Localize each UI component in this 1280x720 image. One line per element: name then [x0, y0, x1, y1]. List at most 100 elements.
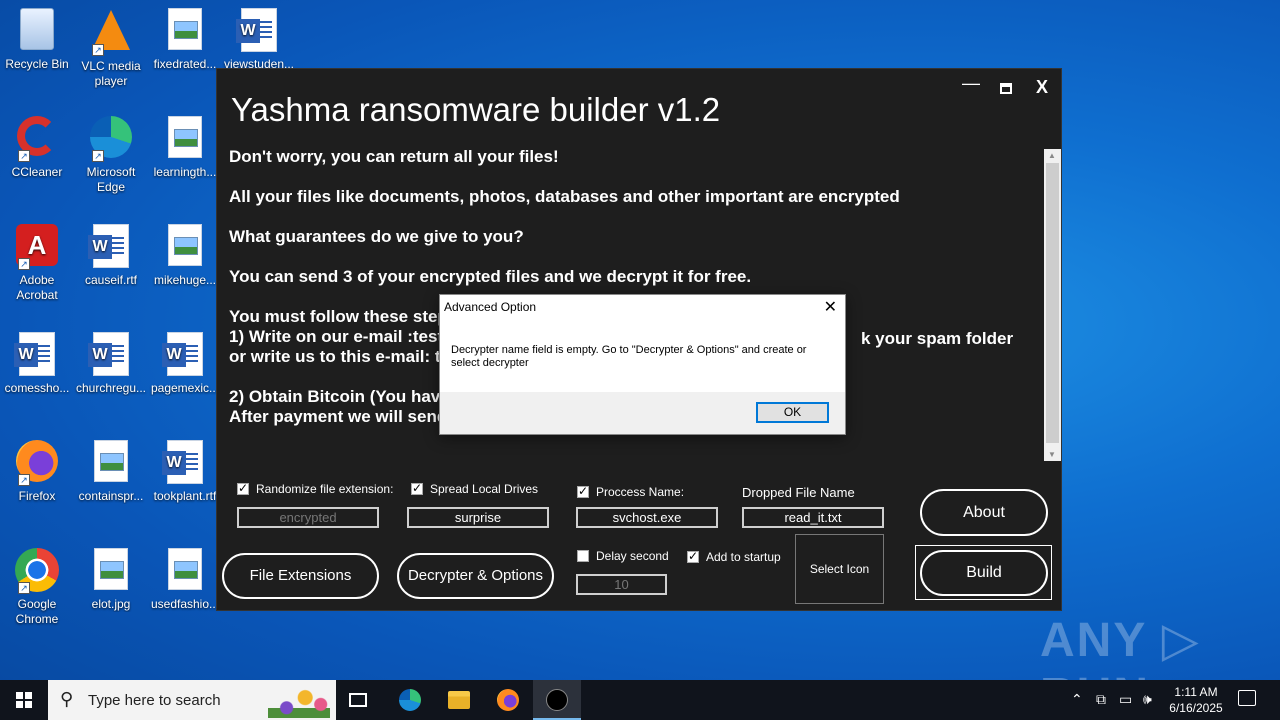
desktop-icon-elot[interactable]: elot.jpg [74, 548, 148, 612]
minimize-button[interactable]: — [959, 73, 983, 94]
dialog-message: Decrypter name field is empty. Go to "De… [451, 344, 807, 369]
delay-second-label: Delay second [596, 549, 669, 563]
dialog-close-icon[interactable]: ✕ [824, 297, 837, 317]
ok-button[interactable]: OK [756, 402, 829, 423]
checkbox-unchecked-icon [577, 550, 589, 562]
taskbar-file-explorer[interactable] [435, 680, 483, 720]
clock-date: 6/16/2025 [1169, 701, 1223, 715]
scroll-thumb[interactable] [1046, 163, 1059, 443]
about-button[interactable]: About [920, 489, 1048, 536]
notification-center-icon[interactable] [1238, 690, 1256, 706]
windows-logo-icon [16, 692, 32, 708]
maximize-button[interactable] [994, 77, 1018, 99]
desktop-icon-label: mikehuge... [153, 273, 217, 287]
taskbar: ⚲ Type here to search ⌃ ⧉ ▭ 🕪 1:11 AM 6/… [0, 680, 1280, 720]
desktop-icon-mikehuge[interactable]: mikehuge... [148, 224, 222, 288]
desktop-icon-label: learningth... [153, 165, 217, 179]
desktop-icon-acrobat[interactable]: A ↗ Adobe Acrobat [0, 224, 74, 303]
taskbar-builder-app[interactable] [533, 680, 581, 720]
image-file-icon [162, 116, 208, 162]
taskbar-edge[interactable] [386, 680, 434, 720]
desktop-icon-label: comessho... [4, 381, 70, 395]
note-line: You can send 3 of your encrypted files a… [229, 267, 752, 286]
spread-local-drives-checkbox[interactable]: Spread Local Drives [411, 481, 539, 496]
window-title: Yashma ransomware builder v1.2 [231, 91, 721, 128]
taskbar-clock[interactable]: 1:11 AM 6/16/2025 [1162, 684, 1230, 716]
desktop-icon-churchregu[interactable]: churchregu... [74, 332, 148, 396]
desktop-icon-fixedrated[interactable]: fixedrated... [148, 8, 222, 72]
acrobat-icon: A ↗ [14, 224, 60, 270]
delay-second-checkbox[interactable]: Delay second [577, 549, 669, 563]
tray-chevron-up-icon[interactable]: ⌃ [1071, 691, 1083, 708]
checkbox-checked-icon [577, 484, 589, 498]
add-to-startup-checkbox[interactable]: Add to startup [687, 549, 781, 564]
desktop-icon-viewstuden[interactable]: viewstuden... [222, 8, 296, 72]
chaos-app-icon [546, 689, 568, 711]
checkbox-checked-icon [687, 549, 699, 563]
checkbox-checked-icon [237, 481, 249, 495]
task-view-icon [349, 693, 367, 707]
search-placeholder: Type here to search [88, 692, 221, 709]
desktop-icon-label: pagemexic... [150, 381, 220, 395]
note-line: What guarantees do we give to you? [229, 227, 524, 246]
dropped-file-name-input[interactable]: read_it.txt [742, 507, 884, 528]
note-line-tail: k your spam folder [861, 329, 1014, 348]
delay-second-input[interactable]: 10 [576, 574, 667, 595]
chrome-icon: ↗ [14, 548, 60, 594]
word-file-icon [236, 8, 282, 54]
tray-volume-icon[interactable]: 🕪 [1143, 691, 1152, 708]
process-name-input[interactable]: svchost.exe [576, 507, 718, 528]
clock-time: 1:11 AM [1174, 685, 1218, 699]
desktop-icon-causeif[interactable]: causeif.rtf [74, 224, 148, 288]
start-button[interactable] [0, 680, 48, 720]
tray-meet-icon[interactable]: ⧉ [1096, 691, 1106, 708]
tray-network-icon[interactable]: ▭ [1119, 691, 1132, 708]
spread-local-drives-label: Spread Local Drives [430, 482, 539, 496]
word-file-icon [162, 440, 208, 486]
desktop-icon-ccleaner[interactable]: ↗ CCleaner [0, 116, 74, 180]
desktop-icon-label: Recycle Bin [5, 57, 69, 71]
word-file-icon [162, 332, 208, 378]
search-icon: ⚲ [60, 689, 74, 709]
ccleaner-icon: ↗ [14, 116, 60, 162]
file-extensions-button[interactable]: File Extensions [222, 553, 379, 599]
desktop-icon-label: Firefox [18, 489, 56, 503]
process-name-label: Proccess Name: [596, 485, 685, 499]
desktop-icon-tookplant[interactable]: tookplant.rtf [148, 440, 222, 504]
taskbar-search[interactable]: ⚲ Type here to search [48, 680, 336, 720]
desktop-icon-label: elot.jpg [91, 597, 131, 611]
extension-input[interactable]: encrypted [237, 507, 379, 528]
desktop-icon-firefox[interactable]: ↗ Firefox [0, 440, 74, 504]
decrypter-options-button[interactable]: Decrypter & Options [397, 553, 554, 599]
randomize-extension-checkbox[interactable]: Randomize file extension: [237, 481, 394, 496]
scroll-down-icon[interactable]: ▼ [1048, 450, 1056, 459]
maximize-icon [1000, 83, 1012, 94]
desktop-icon-chrome[interactable]: ↗ Google Chrome [0, 548, 74, 627]
edge-icon: ↗ [88, 116, 134, 162]
build-button[interactable]: Build [920, 550, 1048, 596]
task-view-button[interactable] [336, 680, 384, 720]
firefox-icon [497, 689, 519, 711]
process-name-checkbox[interactable]: Proccess Name: [577, 484, 685, 499]
desktop-icon-usedfashio[interactable]: usedfashio... [148, 548, 222, 612]
randomize-extension-label: Randomize file extension: [256, 482, 394, 496]
desktop-icon-vlc[interactable]: ↗ VLC media player [74, 8, 148, 89]
desktop-icon-learningth[interactable]: learningth... [148, 116, 222, 180]
desktop-icon-label: Adobe Acrobat [16, 273, 58, 302]
close-button[interactable]: X [1030, 77, 1054, 98]
desktop-icon-label: usedfashio... [150, 597, 220, 611]
desktop-icon-comessho[interactable]: comessho... [0, 332, 74, 396]
desktop-icon-edge[interactable]: ↗ Microsoft Edge [74, 116, 148, 195]
desktop-icon-label: fixedrated... [153, 57, 217, 71]
note-scrollbar[interactable]: ▲ ▼ [1044, 149, 1061, 461]
scroll-up-icon[interactable]: ▲ [1048, 151, 1056, 160]
select-icon-button[interactable]: Select Icon [795, 534, 884, 604]
note-line: Don't worry, you can return all your fil… [229, 147, 559, 166]
desktop-icon-recycle-bin[interactable]: Recycle Bin [0, 8, 74, 72]
desktop-icon-containspr[interactable]: containspr... [74, 440, 148, 504]
desktop-icon-label: tookplant.rtf [153, 489, 217, 503]
taskbar-firefox[interactable] [484, 680, 532, 720]
desktop-icon-label: VLC media player [81, 59, 141, 88]
desktop-icon-pagemexic[interactable]: pagemexic... [148, 332, 222, 396]
spread-drives-input[interactable]: surprise [407, 507, 549, 528]
